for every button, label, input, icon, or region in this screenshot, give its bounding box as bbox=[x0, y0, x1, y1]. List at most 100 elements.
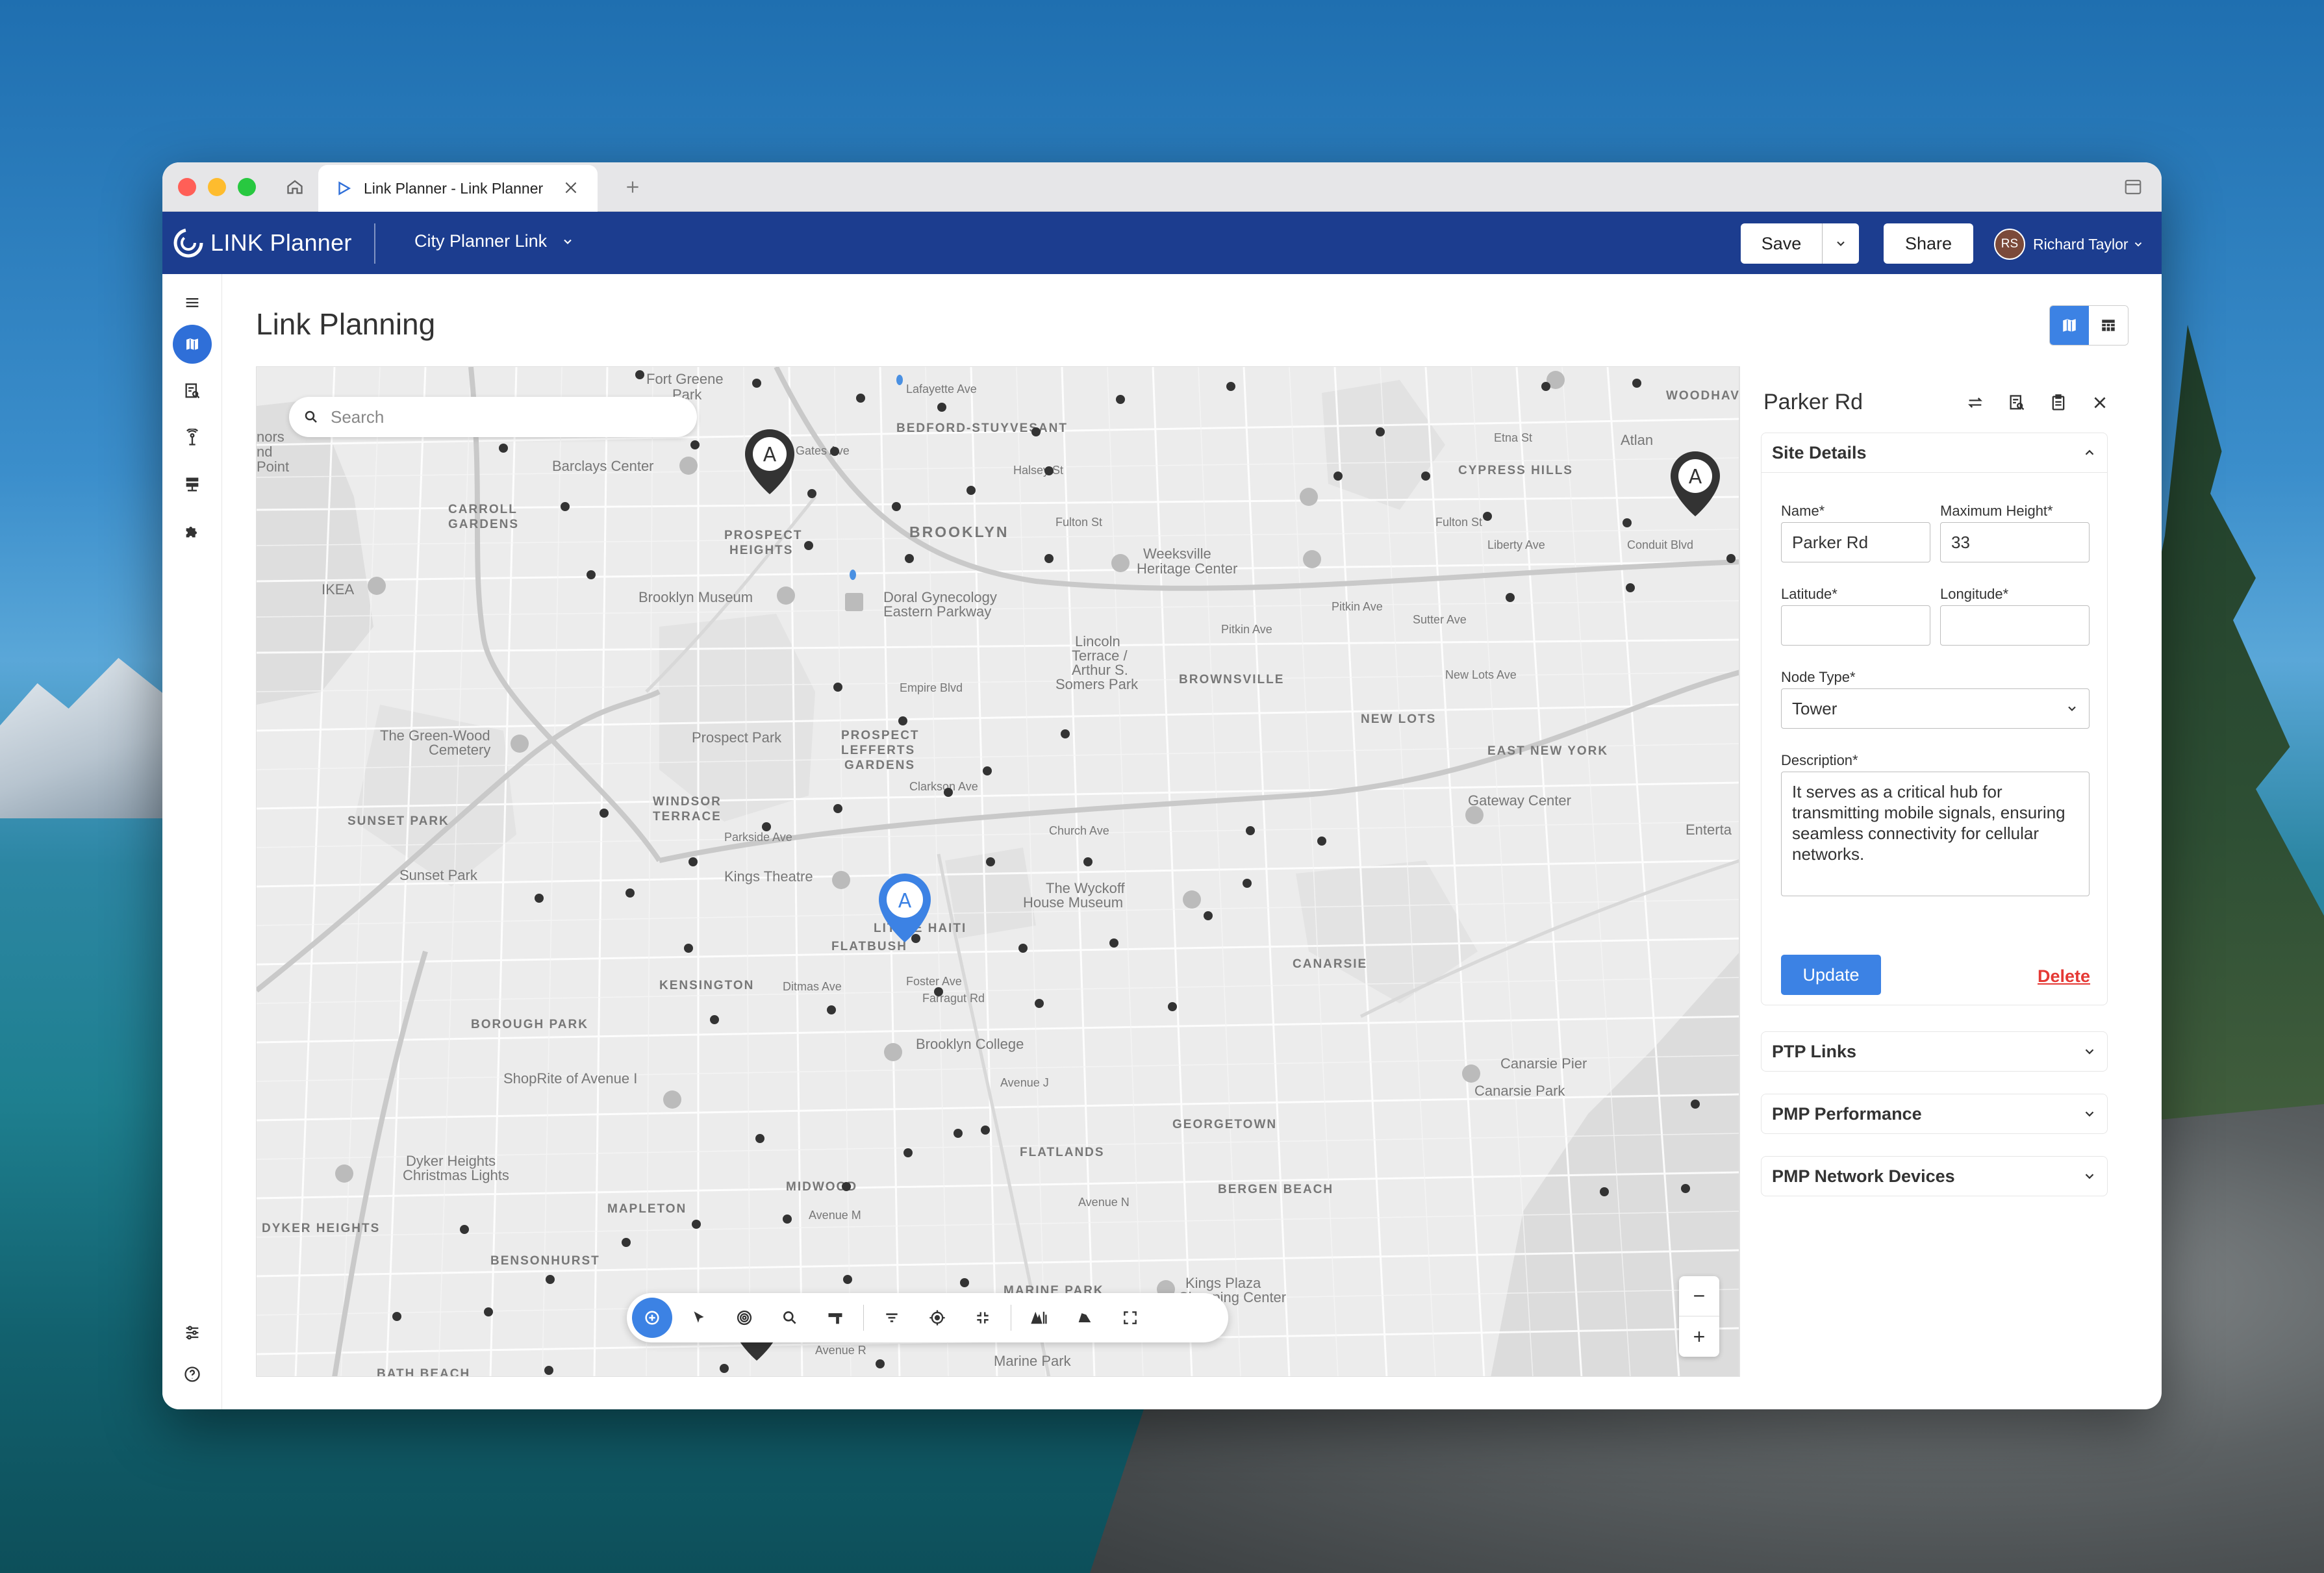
map-label: Heritage Center bbox=[1137, 560, 1237, 577]
map-view-button[interactable] bbox=[2050, 306, 2089, 345]
map-canvas[interactable]: Fort Greene Park Atlan Lafayette Ave BED… bbox=[256, 366, 1739, 1377]
map-label: Point bbox=[257, 459, 289, 475]
add-site-button[interactable] bbox=[632, 1298, 672, 1338]
close-window-button[interactable] bbox=[178, 178, 196, 196]
map-label: Parkside Ave bbox=[724, 831, 792, 844]
close-icon bbox=[2094, 397, 2106, 409]
map-search[interactable] bbox=[289, 397, 697, 437]
map-icon[interactable] bbox=[173, 325, 212, 364]
menu-icon[interactable] bbox=[173, 283, 212, 322]
close-tab-icon[interactable] bbox=[562, 179, 579, 196]
map-label: Eastern Parkway bbox=[883, 603, 991, 620]
share-button[interactable]: Share bbox=[1884, 223, 1973, 264]
map-label: BEDFORD-STUYVESANT bbox=[896, 422, 1068, 435]
zoom-controls: − + bbox=[1679, 1276, 1719, 1357]
map-toolbar bbox=[627, 1293, 1228, 1342]
map-label: Foster Ave bbox=[906, 975, 962, 988]
pmp-performance-section[interactable]: PMP Performance bbox=[1761, 1094, 2108, 1134]
zoom-out-button[interactable]: − bbox=[1679, 1276, 1719, 1316]
report-search-icon[interactable] bbox=[173, 371, 212, 410]
latitude-label: Latitude* bbox=[1781, 586, 1838, 602]
map-label: Prospect Park bbox=[692, 729, 782, 746]
site-details-header[interactable]: Site Details bbox=[1762, 433, 2107, 472]
map-label: NEW LOTS bbox=[1361, 712, 1436, 726]
ptp-links-header[interactable]: PTP Links bbox=[1762, 1032, 2107, 1071]
map-label: Liberty Ave bbox=[1487, 538, 1545, 551]
swap-button[interactable] bbox=[1954, 387, 1996, 418]
search-icon bbox=[305, 410, 317, 423]
chevron-up-icon bbox=[2085, 449, 2094, 455]
pmp-performance-header[interactable]: PMP Performance bbox=[1762, 1094, 2107, 1133]
panel-title: Parker Rd bbox=[1763, 390, 1863, 414]
max-height-field[interactable] bbox=[1940, 522, 2090, 562]
delete-button[interactable]: Delete bbox=[2038, 966, 2090, 987]
sidebar-toggle-icon[interactable] bbox=[2117, 171, 2149, 203]
new-tab-icon[interactable] bbox=[617, 171, 648, 203]
fullscreen-button[interactable] bbox=[1107, 1298, 1153, 1338]
maximize-window-button[interactable] bbox=[238, 178, 256, 196]
magnifier-icon bbox=[783, 1311, 796, 1324]
browser-tab[interactable]: Link Planner - Link Planner bbox=[318, 165, 598, 212]
save-button[interactable]: Save bbox=[1741, 223, 1823, 264]
map-label: Avenue M bbox=[809, 1209, 861, 1222]
project-selector[interactable]: City Planner Link bbox=[414, 231, 574, 251]
longitude-field[interactable] bbox=[1940, 605, 2090, 646]
report-button[interactable] bbox=[1996, 387, 2038, 418]
crosshair-icon bbox=[929, 1310, 945, 1326]
sliders-icon[interactable] bbox=[173, 1313, 212, 1352]
site-detail-panel: Parker Rd Site Details Name* Parker Rd M… bbox=[1739, 366, 2162, 1377]
search-input[interactable] bbox=[331, 407, 668, 427]
zoom-tool-button[interactable] bbox=[767, 1298, 813, 1338]
filter-button[interactable] bbox=[869, 1298, 915, 1338]
help-icon[interactable] bbox=[173, 1355, 212, 1394]
minimize-window-button[interactable] bbox=[208, 178, 226, 196]
table-view-button[interactable] bbox=[2089, 306, 2128, 345]
brand-logo[interactable]: LINK Planner bbox=[171, 226, 352, 260]
pmp-network-devices-header[interactable]: PMP Network Devices bbox=[1762, 1157, 2107, 1196]
left-navigation bbox=[162, 274, 222, 1409]
signal-icon bbox=[737, 1310, 752, 1326]
fullscreen-icon bbox=[1124, 1311, 1137, 1324]
section-title: PTP Links bbox=[1772, 1041, 1857, 1061]
map-svg: Fort Greene Park Atlan Lafayette Ave BED… bbox=[257, 367, 1739, 1376]
map-label: Halsey St bbox=[1013, 464, 1063, 477]
map-label: Gates Ave bbox=[796, 444, 850, 457]
ptp-links-section[interactable]: PTP Links bbox=[1761, 1031, 2108, 1072]
layers-button[interactable] bbox=[1062, 1298, 1107, 1338]
map-label: SUNSET PARK bbox=[347, 814, 449, 828]
network-device-icon[interactable] bbox=[173, 465, 212, 504]
node-type-select[interactable]: Tower bbox=[1781, 688, 2090, 729]
collapse-button[interactable] bbox=[960, 1298, 1005, 1338]
brand-name: LINK Planner bbox=[210, 229, 352, 256]
update-button[interactable]: Update bbox=[1781, 955, 1881, 995]
measure-tool-button[interactable] bbox=[813, 1298, 858, 1338]
section-title: Site Details bbox=[1772, 442, 1867, 462]
user-menu[interactable]: RS Richard Taylor bbox=[1994, 229, 2144, 260]
latitude-field[interactable] bbox=[1781, 605, 1930, 646]
signal-tool-button[interactable] bbox=[722, 1298, 767, 1338]
home-icon[interactable] bbox=[279, 171, 310, 203]
map-label: Canarsie Park bbox=[1474, 1083, 1565, 1099]
description-field[interactable]: It serves as a critical hub for transmit… bbox=[1781, 772, 2090, 896]
map-label: nors bbox=[257, 429, 284, 445]
map-label: Pitkin Ave bbox=[1332, 600, 1383, 613]
name-field[interactable] bbox=[1781, 522, 1930, 562]
pmp-network-devices-section[interactable]: PMP Network Devices bbox=[1761, 1156, 2108, 1196]
select-tool-button[interactable] bbox=[676, 1298, 722, 1338]
chevron-down-icon bbox=[2085, 1111, 2094, 1117]
elevation-button[interactable] bbox=[1017, 1298, 1062, 1338]
collapse-icon bbox=[977, 1312, 989, 1324]
svg-text:A: A bbox=[898, 890, 912, 912]
save-options-button[interactable] bbox=[1823, 223, 1859, 264]
map-label: PROSPECT bbox=[841, 729, 920, 742]
chevron-down-icon bbox=[564, 239, 572, 244]
map-label: Farragut Rd bbox=[922, 992, 985, 1005]
locate-button[interactable] bbox=[915, 1298, 960, 1338]
zoom-in-button[interactable]: + bbox=[1679, 1316, 1719, 1357]
close-panel-button[interactable] bbox=[2079, 387, 2121, 418]
tower-signal-icon[interactable] bbox=[173, 418, 212, 457]
clipboard-button[interactable] bbox=[2038, 387, 2079, 418]
app-header: LINK Planner City Planner Link Save Shar… bbox=[162, 212, 2162, 274]
puzzle-icon[interactable] bbox=[173, 512, 212, 551]
max-height-label: Maximum Height* bbox=[1940, 503, 2053, 519]
